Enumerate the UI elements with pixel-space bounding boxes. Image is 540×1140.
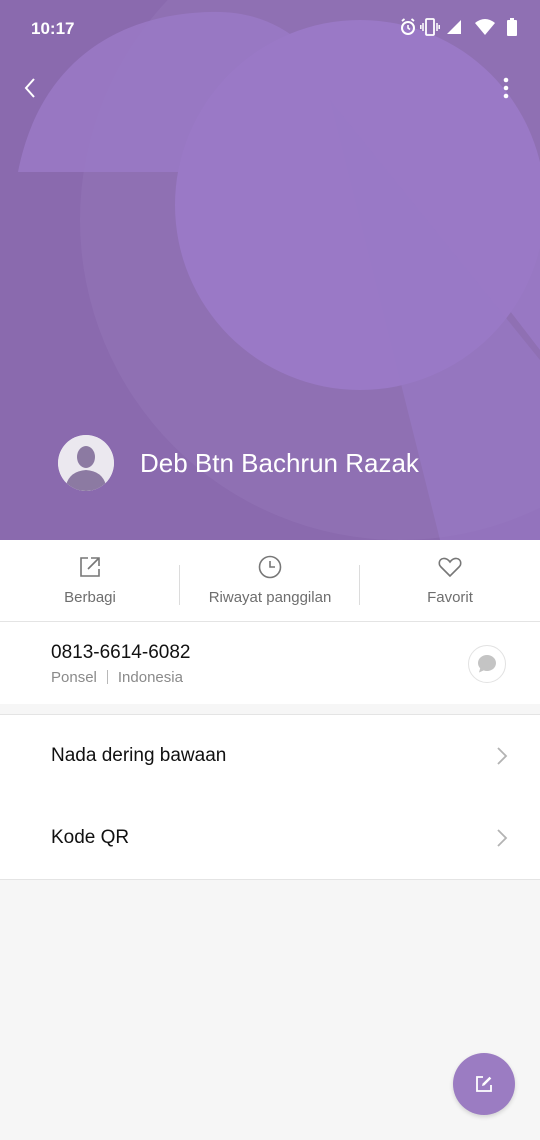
- more-vertical-icon: [503, 77, 509, 99]
- vibrate-icon: [420, 18, 440, 36]
- edit-contact-button[interactable]: [453, 1053, 515, 1115]
- favorite-label: Favorit: [427, 589, 473, 606]
- share-button[interactable]: Berbagi: [0, 540, 180, 622]
- meta-separator: [106, 670, 108, 684]
- chevron-right-icon: [497, 829, 508, 847]
- message-button[interactable]: [468, 645, 506, 683]
- edit-icon: [476, 1076, 492, 1092]
- phone-region: Indonesia: [117, 669, 183, 686]
- chevron-right-icon: [497, 747, 508, 765]
- default-ringtone-item[interactable]: Nada dering bawaan: [0, 715, 540, 797]
- battery-icon: [507, 18, 517, 36]
- chevron-left-icon: [24, 78, 35, 98]
- settings-list: Nada dering bawaan Kode QR: [0, 714, 540, 880]
- status-bar: 10:17: [0, 0, 540, 58]
- qr-code-item[interactable]: Kode QR: [0, 797, 540, 879]
- cell-signal-icon: [447, 20, 461, 34]
- contact-name: Deb Btn Bachrun Razak: [140, 448, 419, 478]
- call-history-button[interactable]: Riwayat panggilan: [180, 540, 360, 622]
- phone-meta: Ponsel Indonesia: [51, 669, 183, 686]
- more-options-button[interactable]: [488, 70, 524, 106]
- divider: [179, 565, 180, 605]
- heart-icon: [438, 557, 462, 578]
- share-label: Berbagi: [64, 589, 116, 606]
- wifi-icon: [475, 19, 495, 35]
- share-icon: [80, 557, 100, 577]
- phone-number-row[interactable]: 0813-6614-6082 Ponsel Indonesia: [0, 622, 540, 704]
- status-time: 10:17: [31, 19, 75, 38]
- divider: [359, 565, 360, 605]
- phone-type: Ponsel: [51, 669, 97, 686]
- phone-number: 0813-6614-6082: [51, 642, 191, 663]
- clock-icon: [258, 555, 282, 579]
- person-silhouette-icon: [58, 435, 114, 491]
- message-bubble-icon: [478, 655, 496, 673]
- back-button[interactable]: [12, 70, 48, 106]
- call-history-label: Riwayat panggilan: [208, 589, 332, 606]
- alarm-icon: [401, 18, 415, 35]
- qr-code-label: Kode QR: [51, 827, 130, 848]
- default-ringtone-label: Nada dering bawaan: [51, 745, 227, 766]
- favorite-button[interactable]: Favorit: [360, 540, 540, 622]
- action-row: Berbagi Riwayat panggilan Favorit: [0, 540, 540, 622]
- avatar: [58, 435, 114, 491]
